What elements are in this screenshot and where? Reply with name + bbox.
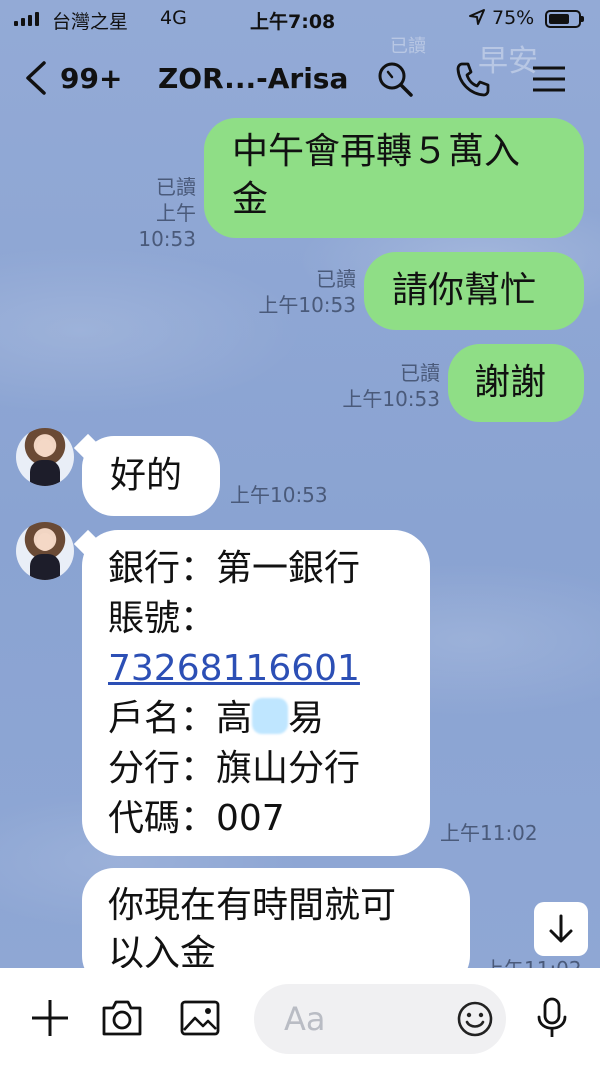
chat-header: 99+ ZOR...-Arisa 已讀 早安 <box>0 36 600 112</box>
branch-line: 分行：旗山分行 <box>108 748 361 789</box>
status-bar: 台灣之星 4G 上午7:08 75% <box>0 0 600 38</box>
location-icon <box>469 9 485 25</box>
emoji-icon[interactable] <box>456 1000 494 1038</box>
message-meta: 已讀 上午10:53 <box>100 174 196 252</box>
avatar[interactable] <box>16 428 74 486</box>
unread-count[interactable]: 99+ <box>60 62 122 95</box>
message-meta: 已讀 上午10:53 <box>236 266 356 318</box>
account-number-link[interactable]: 73268116601 <box>108 644 404 694</box>
message-bubble-incoming[interactable]: 銀行：第一銀行 賬號： 73268116601 戶名：高易 分行：旗山分行 代碼… <box>82 530 430 856</box>
camera-icon[interactable] <box>100 996 144 1040</box>
message-time: 上午10:53 <box>258 293 356 317</box>
message-input-bar: Aa <box>0 968 600 1065</box>
message-text: 中午會再轉５萬入 <box>232 131 521 172</box>
plus-icon[interactable] <box>28 996 72 1040</box>
message-text: 好的 <box>110 455 183 496</box>
back-icon[interactable] <box>22 60 50 96</box>
ghost-read-label: 已讀 <box>390 36 426 57</box>
chat-title[interactable]: ZOR...-Arisa <box>158 62 348 95</box>
search-icon[interactable] <box>376 60 414 98</box>
read-receipt: 已讀 <box>316 267 356 291</box>
scroll-to-bottom-button[interactable] <box>534 902 588 956</box>
image-icon[interactable] <box>178 996 222 1040</box>
code-line: 代碼：007 <box>108 798 285 839</box>
message-text: 金 <box>232 179 269 220</box>
redaction-blur <box>252 698 289 734</box>
battery-percent: 75% <box>492 7 535 29</box>
read-receipt: 已讀 <box>400 361 440 385</box>
message-time: 上午11:02 <box>440 821 538 845</box>
phone-icon[interactable] <box>454 60 492 98</box>
account-name-line: 戶名：高易 <box>108 698 325 739</box>
bank-line: 銀行：第一銀行 <box>108 548 361 589</box>
message-input[interactable]: Aa <box>254 984 506 1054</box>
message-bubble-outgoing[interactable]: 中午會再轉５萬入 金 <box>204 118 584 238</box>
account-label: 賬號： <box>108 598 217 639</box>
carrier-name: 台灣之星 <box>52 11 129 33</box>
message-time: 上午10:53 <box>230 483 328 507</box>
message-bubble-outgoing[interactable]: 請你幫忙 <box>364 252 584 330</box>
message-bubble-incoming[interactable]: 好的 <box>82 436 220 516</box>
message-input-placeholder: Aa <box>284 1000 326 1038</box>
message-time: 上午10:53 <box>342 387 440 411</box>
signal-icon <box>14 12 39 26</box>
scroll-down-icon <box>549 914 573 943</box>
message-text: 請你幫忙 <box>392 270 537 311</box>
message-bubble-outgoing[interactable]: 謝謝 <box>448 344 584 422</box>
network-type: 4G <box>160 7 187 29</box>
message-text: 你現在有時間就可 <box>108 885 397 926</box>
menu-icon[interactable] <box>530 60 568 98</box>
message-time: 上午10:53 <box>138 201 196 251</box>
battery-icon <box>545 10 584 28</box>
message-meta: 已讀 上午10:53 <box>318 360 440 412</box>
avatar[interactable] <box>16 522 74 580</box>
mic-icon[interactable] <box>530 996 574 1040</box>
read-receipt: 已讀 <box>156 175 196 199</box>
message-text: 謝謝 <box>474 362 547 403</box>
clock: 上午7:08 <box>250 11 336 33</box>
